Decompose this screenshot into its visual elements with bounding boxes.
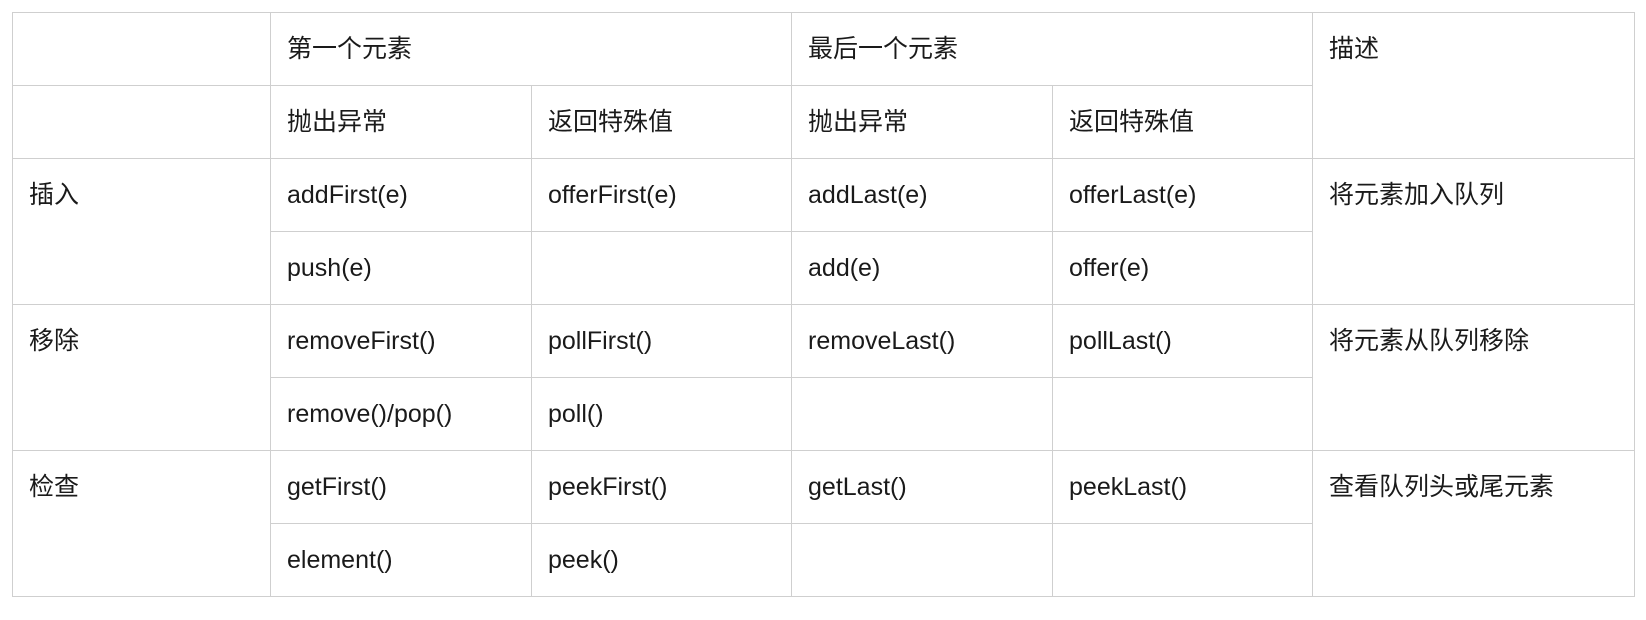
method-cell: peekFirst() bbox=[530, 450, 793, 524]
method-cell: getFirst() bbox=[270, 450, 532, 524]
method-cell: peek() bbox=[530, 523, 793, 597]
header-corner-cell-2 bbox=[12, 85, 271, 159]
method-cell: offerLast(e) bbox=[1052, 158, 1314, 232]
method-cell: offerFirst(e) bbox=[530, 158, 793, 232]
method-cell bbox=[791, 377, 1054, 451]
method-cell: add(e) bbox=[791, 231, 1054, 305]
operation-remove: 移除 bbox=[12, 304, 271, 451]
table-row-remove: 移除 removeFirst() pollFirst() removeLast(… bbox=[12, 304, 1636, 451]
header-last-throws: 抛出异常 bbox=[791, 85, 1054, 159]
description-remove: 将元素从队列移除 bbox=[1312, 304, 1636, 451]
operation-insert: 插入 bbox=[12, 158, 271, 305]
header-first-throws: 抛出异常 bbox=[270, 85, 532, 159]
header-last-element: 最后一个元素 bbox=[791, 12, 1314, 86]
operation-examine: 检查 bbox=[12, 450, 271, 597]
method-cell: offer(e) bbox=[1052, 231, 1314, 305]
method-cell: pollLast() bbox=[1052, 304, 1314, 378]
method-cell: getLast() bbox=[791, 450, 1054, 524]
method-cell: element() bbox=[270, 523, 532, 597]
table-row-insert: 插入 addFirst(e) offerFirst(e) addLast(e) … bbox=[12, 158, 1636, 305]
method-cell: pollFirst() bbox=[530, 304, 793, 378]
header-last-special: 返回特殊值 bbox=[1052, 85, 1314, 159]
method-cell: peekLast() bbox=[1052, 450, 1314, 524]
header-row-1: 第一个元素 最后一个元素 描述 bbox=[12, 12, 1636, 159]
method-cell: removeLast() bbox=[791, 304, 1054, 378]
table-row-examine: 检查 getFirst() peekFirst() getLast() peek… bbox=[12, 450, 1636, 597]
method-cell: addFirst(e) bbox=[270, 158, 532, 232]
method-cell: addLast(e) bbox=[791, 158, 1054, 232]
method-cell: push(e) bbox=[270, 231, 532, 305]
method-cell bbox=[791, 523, 1054, 597]
header-description: 描述 bbox=[1312, 12, 1636, 159]
description-insert: 将元素加入队列 bbox=[1312, 158, 1636, 305]
method-cell bbox=[530, 231, 793, 305]
description-examine: 查看队列头或尾元素 bbox=[1312, 450, 1636, 597]
header-first-element: 第一个元素 bbox=[269, 12, 793, 86]
method-cell: removeFirst() bbox=[270, 304, 532, 378]
method-cell bbox=[1052, 377, 1314, 451]
method-cell: remove()/pop() bbox=[270, 377, 532, 451]
method-cell bbox=[1052, 523, 1314, 597]
deque-methods-table: 第一个元素 最后一个元素 描述 抛出异常 返回特殊值 抛出异常 返回特殊值 插入… bbox=[12, 12, 1636, 597]
header-corner-cell bbox=[12, 12, 271, 86]
method-cell: poll() bbox=[530, 377, 793, 451]
header-first-special: 返回特殊值 bbox=[530, 85, 793, 159]
